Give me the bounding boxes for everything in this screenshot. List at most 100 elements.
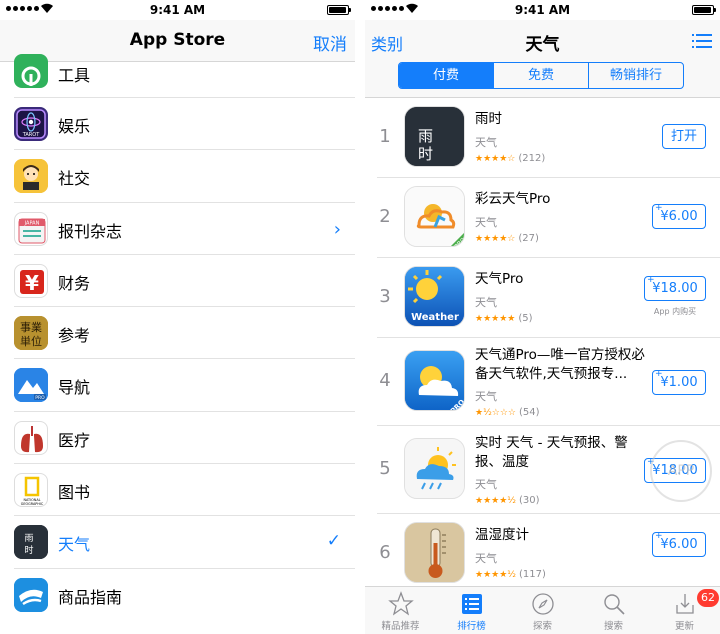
category-item-navigation[interactable]: PRO 导航 [14, 359, 355, 412]
category-item-weather[interactable]: 雨时 天气 ✓ [14, 516, 355, 569]
app-name: 温湿度计 [475, 527, 529, 543]
app-name: 天气Pro [475, 271, 524, 287]
tab-top-charts[interactable]: 排行榜 [436, 587, 507, 634]
star-icons: ★★★★½ [475, 570, 516, 580]
tab-label: 精品推荐 [381, 621, 420, 632]
category-label: 天气 [58, 535, 91, 555]
battery-icon [692, 5, 716, 15]
top-charts-screen: 9:41 AM 类别 天气 付费 免费 畅销排行 1 雨时 雨时 天气 ★★★★… [365, 0, 720, 634]
segmented-control: 付费 免费 畅销排行 [398, 62, 684, 89]
tab-search[interactable]: 搜索 [578, 587, 649, 634]
segment-paid[interactable]: 付费 [399, 63, 494, 88]
tab-featured[interactable]: 精品推荐 [365, 587, 436, 634]
svg-text:Weather: Weather [411, 312, 459, 323]
app-row[interactable]: 1 雨时 雨时 天气 ★★★★☆ (212) 打开 [377, 98, 720, 178]
compass-icon [531, 593, 554, 615]
category-item-social[interactable]: 社交 [14, 150, 355, 203]
rating-count: (30) [519, 495, 540, 506]
category-item-entertainment[interactable]: TAROT 娱乐 [14, 98, 355, 151]
app-name: 彩云天气Pro [475, 191, 551, 207]
svg-text:単位: 単位 [20, 334, 42, 348]
status-bar: 9:41 AM [365, 0, 720, 20]
buy-button[interactable]: ¥1.00 [652, 363, 706, 395]
app-name: 天气通Pro—唯一官方授权必备天气软件,天气预报专... [475, 347, 645, 382]
category-list: 工具 TAROT 娱乐 社交 JAPAN 报刊杂志 › ¥ 财务 事業 単位 参… [0, 54, 355, 621]
app-rank: 1 [379, 126, 391, 147]
buy-button[interactable]: ¥18.00 [644, 269, 706, 301]
app-icon: PRO [404, 186, 465, 247]
star-icons: ★★★★½ [475, 496, 516, 506]
category-item-shopping[interactable]: 商品指南 [14, 569, 355, 621]
star-icon [387, 591, 414, 616]
watermark: APP [650, 440, 712, 502]
navigation-icon: PRO [14, 368, 48, 403]
category-label: 财务 [58, 273, 91, 293]
category-item-finance[interactable]: ¥ 财务 [14, 255, 355, 308]
category-item-medical[interactable]: 医疗 [14, 412, 355, 465]
svg-text:PRO: PRO [35, 395, 45, 401]
tarot-icon: TAROT [14, 107, 48, 141]
updates-icon [675, 594, 694, 614]
app-row[interactable]: 2 PRO 彩云天气Pro 天气 ★★★★☆(27) ¥6.00 [377, 178, 720, 258]
tab-updates[interactable]: 更新 62 [649, 587, 720, 634]
category-label: 社交 [58, 169, 91, 189]
app-rank: 3 [379, 286, 391, 307]
app-name: 雨时 [475, 111, 502, 127]
list-icon[interactable] [692, 34, 712, 48]
app-rating: ★★★★½ (30) [475, 495, 540, 506]
rating-count: (54) [519, 407, 540, 418]
app-name: 实时 天气 - 天气预报、警报、温度 [475, 435, 628, 470]
category-screen: 9:41 AM App Store 取消 工具 TAROT 娱乐 社交 JAPA… [0, 0, 355, 634]
buy-button[interactable]: ¥6.00 [652, 525, 706, 557]
category-label: 图书 [58, 483, 91, 503]
top-charts-icon [461, 594, 482, 614]
category-item-magazines[interactable]: JAPAN 报刊杂志 › [14, 203, 355, 255]
category-label: 参考 [58, 326, 91, 346]
rating-count: (5) [518, 313, 533, 324]
svg-text:事業: 事業 [20, 321, 42, 334]
screen-divider [355, 0, 365, 634]
app-category: 天气 [475, 136, 497, 149]
category-item-tools[interactable]: 工具 [14, 54, 355, 98]
tab-label: 搜索 [603, 621, 623, 632]
cancel-button[interactable]: 取消 [313, 30, 347, 55]
category-label: 工具 [58, 66, 91, 85]
segment-top-grossing[interactable]: 畅销排行 [589, 63, 683, 88]
svg-text:TAROT: TAROT [22, 132, 40, 138]
app-icon [404, 438, 465, 499]
svg-text:GEOGRAPHIC: GEOGRAPHIC [21, 502, 44, 506]
app-row[interactable]: 6 温湿度计 天气 ★★★★½(117) ¥6.00 [377, 514, 720, 594]
category-item-books[interactable]: NATIONAL GEOGRAPHIC 图书 [14, 464, 355, 517]
tab-explore[interactable]: 探索 [507, 587, 578, 634]
app-rating: ★½☆☆☆ (54) [475, 407, 540, 418]
rating-count: (117) [519, 569, 546, 580]
category-label: 娱乐 [58, 117, 91, 136]
app-category: 天气 [475, 478, 497, 491]
nav-bar: App Store 取消 [0, 20, 355, 62]
buy-button[interactable]: ¥6.00 [652, 197, 706, 229]
page-title: 天气 [525, 35, 560, 55]
app-rank: 4 [379, 370, 391, 391]
svg-text:JAPAN: JAPAN [24, 220, 40, 226]
book-icon: NATIONAL GEOGRAPHIC [14, 473, 48, 508]
svg-text:时: 时 [418, 145, 433, 163]
app-icon [404, 522, 465, 583]
app-category: 天气 [475, 296, 497, 309]
app-row[interactable]: 4 PRO 天气通Pro—唯一官方授权必备天气软件,天气预报专... 天气 ★½… [377, 338, 720, 426]
reference-icon: 事業 単位 [14, 316, 48, 351]
open-button[interactable]: 打开 [662, 124, 706, 149]
star-icons: ★★★★☆ [475, 234, 516, 244]
star-icons: ★★★★☆ [475, 154, 516, 164]
app-row[interactable]: 3 Weather 天气Pro 天气 ★★★★★(5) ¥18.00 App 内… [377, 258, 720, 338]
nav-bar: 类别 天气 付费 免费 畅销排行 [365, 20, 720, 98]
segment-free[interactable]: 免费 [494, 63, 589, 88]
category-item-reference[interactable]: 事業 単位 参考 [14, 307, 355, 360]
app-rating: ★★★★★ (5) [475, 313, 533, 324]
status-time: 9:41 AM [514, 3, 571, 17]
yen-icon: ¥ [14, 263, 48, 298]
battery-icon [327, 5, 351, 15]
app-icon: 雨时 [404, 106, 465, 167]
tab-label: 更新 [674, 621, 694, 632]
category-label: 报刊杂志 [58, 221, 123, 241]
app-rating: ★★★★½ (117) [475, 569, 546, 580]
